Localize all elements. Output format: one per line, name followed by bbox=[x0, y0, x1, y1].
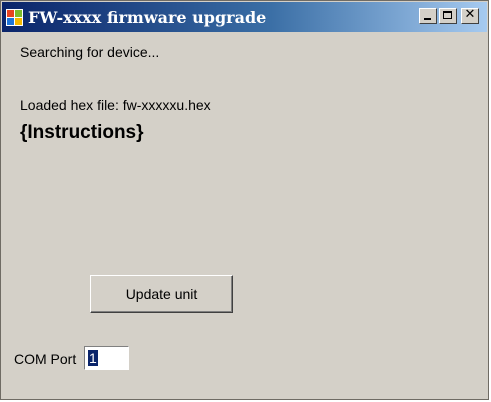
instructions-label: {Instructions} bbox=[20, 122, 144, 143]
minimize-icon bbox=[424, 18, 431, 20]
minimize-button[interactable] bbox=[419, 8, 437, 24]
update-unit-button[interactable]: Update unit bbox=[90, 275, 233, 313]
com-port-label: COM Port bbox=[14, 351, 77, 367]
title-bar[interactable]: FW-xxxx firmware upgrade ✕ bbox=[2, 2, 487, 32]
close-icon: ✕ bbox=[464, 7, 476, 22]
maximize-icon bbox=[443, 11, 452, 19]
window-title: FW-xxxx firmware upgrade bbox=[28, 8, 267, 27]
window-controls: ✕ bbox=[419, 7, 479, 24]
app-window-icon[interactable] bbox=[6, 9, 23, 26]
com-port-input[interactable]: 1 bbox=[84, 346, 129, 370]
com-port-value: 1 bbox=[88, 350, 98, 366]
maximize-button[interactable] bbox=[439, 8, 457, 24]
loaded-hex-file-label: Loaded hex file: fw-xxxxxu.hex bbox=[20, 97, 211, 113]
firmware-upgrade-window: FW-xxxx firmware upgrade ✕ Searching for… bbox=[0, 0, 489, 400]
close-button[interactable]: ✕ bbox=[461, 7, 479, 24]
device-search-status: Searching for device... bbox=[20, 44, 160, 60]
